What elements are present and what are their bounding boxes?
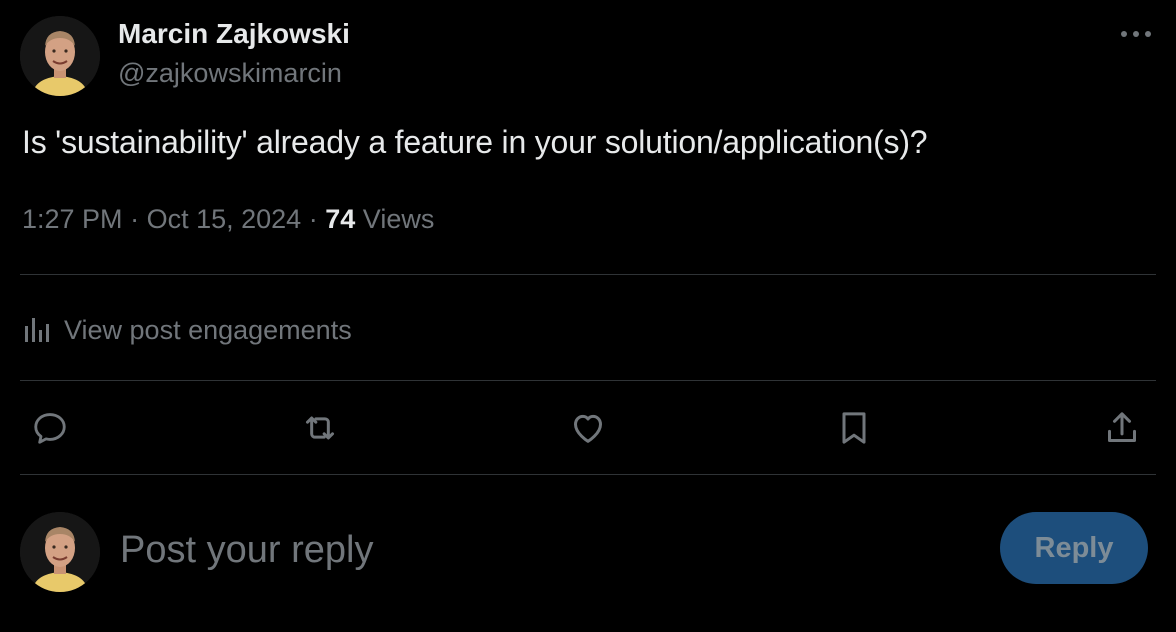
author-avatar[interactable] (20, 16, 100, 96)
post-date[interactable]: Oct 15, 2024 (147, 204, 302, 234)
reply-input[interactable] (120, 522, 940, 578)
reply-composer: Reply (20, 512, 1156, 592)
share-icon (1108, 412, 1136, 442)
post-meta: 1:27 PM · Oct 15, 2024 · 74 Views (22, 204, 434, 235)
reply-action-button[interactable] (30, 408, 70, 448)
more-options-button[interactable] (1116, 20, 1156, 48)
repost-action-button[interactable] (300, 408, 340, 448)
reply-button[interactable]: Reply (1000, 512, 1148, 584)
views-count: 74 (325, 204, 356, 234)
post-header: Marcin Zajkowski @zajkowskimarcin (20, 14, 1156, 96)
user-avatar[interactable] (20, 512, 100, 592)
views-label: Views (362, 204, 435, 234)
avatar-image (20, 16, 100, 96)
meta-separator: · (130, 204, 140, 234)
post-text: Is 'sustainability' already a feature in… (22, 124, 928, 160)
view-engagements-label: View post engagements (64, 314, 352, 345)
divider (20, 380, 1156, 381)
author-name[interactable]: Marcin Zajkowski (118, 18, 350, 50)
divider (20, 474, 1156, 475)
comment-icon (34, 413, 66, 444)
view-engagements-link[interactable]: View post engagements (22, 310, 352, 350)
share-action-button[interactable] (1102, 408, 1142, 448)
like-action-button[interactable] (568, 408, 608, 448)
heart-icon (574, 414, 602, 443)
meta-separator: · (308, 204, 318, 234)
repost-icon (306, 416, 334, 440)
action-bar (20, 382, 1156, 474)
author-handle[interactable]: @zajkowskimarcin (118, 58, 342, 89)
bookmark-action-button[interactable] (834, 408, 874, 448)
avatar-image (20, 512, 100, 592)
divider (20, 274, 1156, 275)
bar-chart-icon (25, 318, 49, 342)
bookmark-icon (842, 412, 866, 444)
more-dots-icon (1121, 31, 1151, 37)
post-time[interactable]: 1:27 PM (22, 204, 123, 234)
